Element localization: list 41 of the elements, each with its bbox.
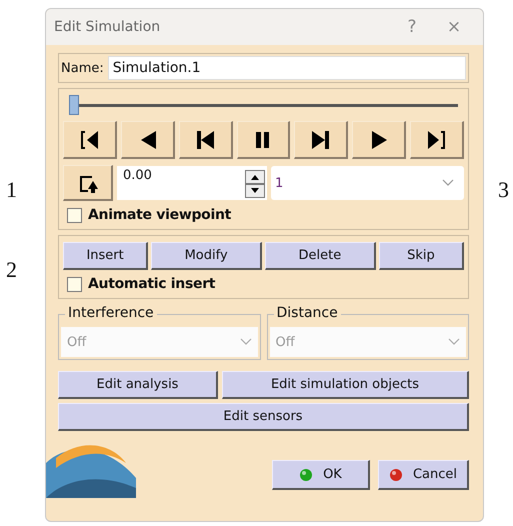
- edit-button[interactable]: Edit simulation objects: [222, 371, 469, 399]
- annotation-number: 3: [498, 177, 509, 203]
- step-forward-button[interactable]: [294, 121, 348, 159]
- name-label: Name:: [61, 60, 104, 76]
- time-field[interactable]: 0.00: [117, 166, 267, 200]
- action-button[interactable]: Modify: [151, 242, 262, 270]
- status-dot-icon: [388, 468, 403, 482]
- window-title: Edit Simulation: [54, 19, 162, 35]
- action-button[interactable]: Delete: [265, 242, 376, 270]
- status-dot-icon: [299, 468, 314, 482]
- skip-to-end-button[interactable]: [410, 121, 464, 159]
- annotation-number: 1: [6, 177, 17, 203]
- chevron-down-icon: [448, 338, 460, 346]
- edit-button[interactable]: Edit sensors: [58, 403, 469, 431]
- edit-button[interactable]: Edit analysis: [58, 371, 218, 399]
- chevron-down-icon: [442, 179, 454, 187]
- jump-button[interactable]: [63, 165, 113, 201]
- checkbox-label: Animate viewpoint: [88, 207, 232, 223]
- skip-to-start-button[interactable]: [63, 121, 117, 159]
- spinner-arrows[interactable]: [245, 170, 265, 198]
- action-button[interactable]: Insert: [63, 242, 148, 270]
- reverse-button[interactable]: [120, 121, 175, 159]
- step-forward-icon: [311, 130, 330, 150]
- skip-to-end-icon: [427, 130, 446, 150]
- skip-to-start-icon: [80, 130, 99, 150]
- play-icon: [369, 130, 388, 150]
- ok-button[interactable]: OK: [272, 460, 370, 490]
- step-dropdown[interactable]: 1: [271, 166, 464, 200]
- step-back-icon: [196, 130, 215, 150]
- cancel-button[interactable]: Cancel: [378, 460, 469, 490]
- slider-thumb[interactable]: [69, 95, 79, 115]
- action-button[interactable]: Skip: [378, 242, 464, 270]
- name-field[interactable]: Simulation.1: [108, 56, 466, 80]
- checkbox[interactable]: [67, 208, 82, 222]
- play-button[interactable]: [352, 121, 406, 159]
- checkbox[interactable]: [67, 276, 82, 292]
- chevron-down-icon: [240, 338, 252, 346]
- checkbox-label: Automatic insert: [88, 276, 216, 292]
- pause-button[interactable]: [236, 121, 290, 159]
- annotation-number: 2: [6, 257, 17, 283]
- step-back-button[interactable]: [178, 121, 233, 159]
